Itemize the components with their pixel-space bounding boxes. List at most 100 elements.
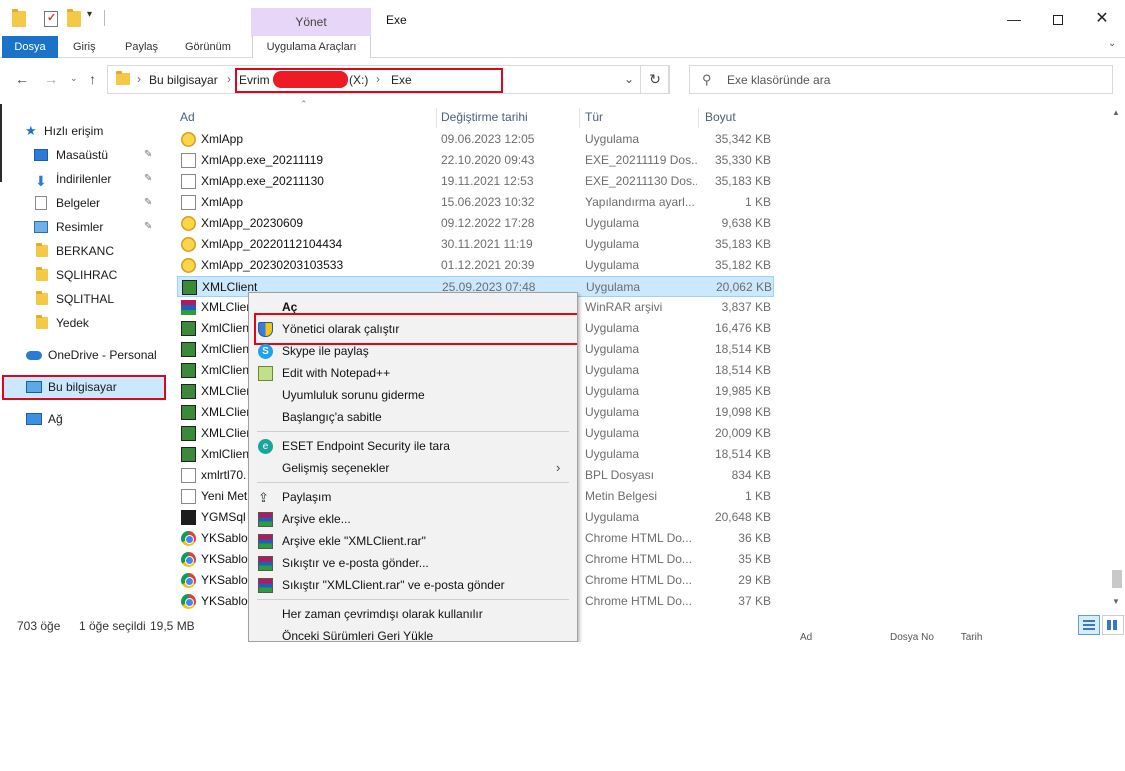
application-icon — [181, 216, 196, 231]
menu-item-offline[interactable]: Her zaman çevrimdışı olarak kullanılır — [249, 603, 577, 625]
nav-label: OneDrive - Personal — [48, 348, 157, 362]
nav-item-downloads[interactable]: ⬇ İndirilenler ✎ — [34, 168, 160, 190]
file-row[interactable]: XmlApp 09.06.2023 12:05 Uygulama 35,342 KB — [177, 129, 774, 150]
address-dropdown-icon[interactable]: ⌄ — [624, 72, 634, 86]
details-view-button[interactable] — [1078, 615, 1100, 635]
menu-item-add-archive[interactable]: Arşive ekle... — [249, 508, 577, 530]
column-header-name[interactable]: Ad — [180, 110, 195, 124]
column-header-type[interactable]: Tür — [585, 110, 603, 124]
forward-button[interactable]: → — [44, 71, 58, 87]
customize-toolbar-icon[interactable]: ▾ — [87, 9, 101, 25]
column-divider[interactable] — [698, 108, 699, 128]
menu-item-troubleshoot[interactable]: Uyumluluk sorunu giderme — [249, 384, 577, 406]
nav-network[interactable]: Ağ — [26, 408, 63, 430]
file-type: Uygulama — [585, 216, 640, 230]
menu-item-compress-email[interactable]: Sıkıştır ve e-posta gönder... — [249, 552, 577, 574]
nav-label: Belgeler — [56, 196, 101, 210]
menu-item-restore-versions[interactable]: Önceki Sürümleri Geri Yükle — [249, 625, 577, 641]
nav-onedrive[interactable]: OneDrive - Personal — [26, 344, 157, 366]
large-icons-view-button[interactable] — [1102, 615, 1124, 635]
tab-view[interactable]: Görünüm — [185, 36, 231, 58]
tab-application-tools[interactable]: Uygulama Araçları — [252, 36, 371, 58]
up-button[interactable]: ↑ — [89, 71, 96, 87]
address-bar[interactable]: › Bu bilgisayar › Evrim (X:) › Exe ⌄ — [107, 65, 669, 94]
file-size: 35,342 KB — [714, 132, 771, 146]
breadcrumb-this-pc[interactable]: Bu bilgisayar — [149, 73, 218, 87]
network-icon — [26, 413, 42, 425]
item-count: 703 öğe — [17, 619, 61, 633]
file-size: 20,648 KB — [714, 510, 771, 524]
pin-icon: ✎ — [144, 197, 153, 208]
nav-this-pc[interactable]: Bu bilgisayar — [26, 376, 117, 398]
nav-item-pictures[interactable]: Resimler ✎ — [34, 216, 160, 238]
menu-item-skype[interactable]: S Skype ile paylaş — [249, 340, 577, 362]
expand-ribbon-icon[interactable]: ⌄ — [1108, 38, 1116, 49]
nav-item-sqlihrac[interactable]: SQLIHRAC — [34, 264, 117, 286]
nav-item-berkanc[interactable]: BERKANC — [34, 240, 114, 262]
file-row[interactable]: XmlApp_20230203103533 01.12.2021 20:39 Uyg… — [177, 255, 774, 276]
file-name: XmlApp_20230609 — [201, 216, 304, 230]
file-date: 22.10.2020 09:43 — [441, 153, 535, 167]
tab-home[interactable]: Giriş — [73, 36, 96, 58]
tab-share[interactable]: Paylaş — [125, 36, 158, 58]
desktop-icon — [34, 149, 48, 161]
file-type: Uygulama — [585, 426, 640, 440]
menu-item-notepadpp[interactable]: Edit with Notepad++ — [249, 362, 577, 384]
column-header-date[interactable]: Değiştirme tarihi — [441, 110, 528, 124]
menu-item-eset[interactable]: e ESET Endpoint Security ile tara — [249, 435, 577, 457]
refresh-button[interactable]: ↻ — [640, 65, 670, 94]
vertical-scrollbar[interactable]: ▲ ▼ — [1110, 104, 1124, 609]
file-size: 37 KB — [738, 594, 771, 608]
file-size: 19,098 KB — [714, 405, 771, 419]
file-type: Uygulama — [585, 258, 640, 272]
tab-file[interactable]: Dosya — [2, 36, 58, 58]
nav-label: Hızlı erişim — [44, 124, 104, 138]
folder-icon[interactable] — [12, 9, 26, 27]
recent-locations-button[interactable]: ⌄ — [70, 73, 78, 84]
file-type: EXE_20211130 Dos... — [585, 174, 697, 188]
back-button[interactable]: ← — [15, 71, 29, 87]
scroll-up-icon[interactable]: ▲ — [1112, 108, 1120, 117]
menu-item-label: Skype ile paylaş — [282, 344, 369, 358]
menu-item-label: Sıkıştır "XMLClient.rar" ve e-posta gönd… — [282, 578, 505, 592]
menu-item-add-rar[interactable]: Arşive ekle "XMLClient.rar" — [249, 530, 577, 552]
nav-item-desktop[interactable]: Masaüstü ✎ — [34, 144, 160, 166]
file-row[interactable]: XmlApp 15.06.2023 10:32 Yapılandırma ayarl… — [177, 192, 774, 213]
maximize-button[interactable] — [1035, 4, 1081, 34]
properties-icon[interactable] — [44, 11, 58, 27]
column-header-size[interactable]: Boyut — [705, 110, 736, 124]
details-view-icon — [1083, 620, 1095, 630]
column-divider[interactable] — [579, 108, 580, 128]
column-divider[interactable] — [436, 108, 437, 128]
menu-item-label: Sıkıştır ve e-posta gönder... — [282, 556, 429, 570]
nav-label: SQLITHAL — [56, 292, 115, 306]
nav-quick-access[interactable]: ★ Hızlı erişim — [25, 120, 103, 142]
close-button[interactable]: ✕ — [1079, 4, 1125, 34]
file-row[interactable]: XmlApp_20220112104434 30.11.2021 11:19 Uyg… — [177, 234, 774, 255]
nav-item-yedek[interactable]: Yedek — [34, 312, 89, 334]
file-size: 20,009 KB — [714, 426, 771, 440]
minimize-button[interactable]: — — [991, 4, 1037, 34]
menu-item-share[interactable]: ⇪ Paylaşım — [249, 486, 577, 508]
file-size: 35,183 KB — [714, 237, 771, 251]
file-type: Uygulama — [585, 384, 640, 398]
file-type: Chrome HTML Do... — [585, 531, 692, 545]
scroll-down-icon[interactable]: ▼ — [1112, 597, 1120, 606]
file-size: 834 KB — [731, 468, 771, 482]
menu-item-pin-start[interactable]: Başlangıç'a sabitle — [249, 406, 577, 428]
search-placeholder: Exe klasöründe ara — [727, 73, 831, 87]
file-row[interactable]: XmlApp_20230609 09.12.2022 17:28 Uygulama 9… — [177, 213, 774, 234]
menu-item-compress-rar-email[interactable]: Sıkıştır "XMLClient.rar" ve e-posta gönd… — [249, 574, 577, 596]
file-name: XmlApp.exe_20211119 — [201, 153, 324, 167]
breadcrumb-separator: › — [137, 72, 141, 86]
file-row[interactable]: XmlApp.exe_20211130 19.11.2021 12:53 EXE_2… — [177, 171, 774, 192]
file-size: 36 KB — [738, 531, 771, 545]
search-input[interactable]: ⚲ Exe klasöründe ara — [689, 65, 1113, 94]
menu-separator — [257, 431, 569, 432]
menu-item-advanced[interactable]: Gelişmiş seçenekler › — [249, 457, 577, 479]
new-folder-icon[interactable] — [67, 9, 81, 27]
scrollbar-thumb[interactable] — [1112, 570, 1122, 588]
nav-item-documents[interactable]: Belgeler ✎ — [34, 192, 160, 214]
file-row[interactable]: XmlApp.exe_20211119 22.10.2020 09:43 EXE_2… — [177, 150, 774, 171]
nav-item-sqlithal[interactable]: SQLITHAL — [34, 288, 114, 310]
